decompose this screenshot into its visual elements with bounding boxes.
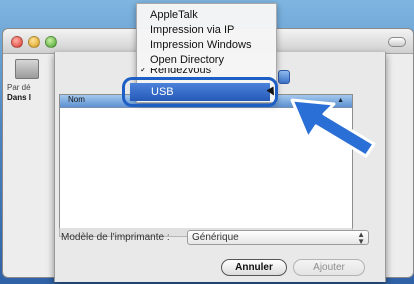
background-toolbar-label: Par dé (7, 83, 31, 92)
menu-item-open-directory[interactable]: Open Directory (150, 54, 224, 66)
printer-icon[interactable] (15, 59, 39, 79)
column-header-name[interactable]: Nom (68, 95, 85, 104)
background-column-label: Dans l (7, 93, 32, 102)
pointer-arrow-icon (290, 98, 376, 158)
toolbar-toggle-button[interactable] (388, 37, 406, 47)
printer-model-select[interactable]: Générique ▲ ▼ (187, 230, 369, 246)
printer-model-value: Générique (192, 232, 239, 243)
menu-item-windows-printing[interactable]: Impression Windows (150, 39, 251, 51)
window-controls (11, 36, 57, 48)
printer-model-label: Modèle de l'imprimante : (61, 232, 170, 243)
close-button[interactable] (11, 36, 23, 48)
checkmark-icon: ✓ (140, 68, 147, 74)
menu-item-rendezvous[interactable]: Rendezvous (150, 68, 211, 76)
chevron-updown-icon: ▲ ▼ (357, 230, 365, 246)
menu-item-ip-printing[interactable]: Impression via IP (150, 24, 234, 36)
usb-highlight-callout (122, 77, 278, 107)
minimize-button[interactable] (28, 36, 40, 48)
zoom-button[interactable] (45, 36, 57, 48)
add-button[interactable]: Ajouter (293, 259, 365, 276)
cancel-button[interactable]: Annuler (221, 259, 287, 276)
menu-item-appletalk[interactable]: AppleTalk (150, 9, 198, 21)
connection-popup-button[interactable] (278, 70, 290, 84)
